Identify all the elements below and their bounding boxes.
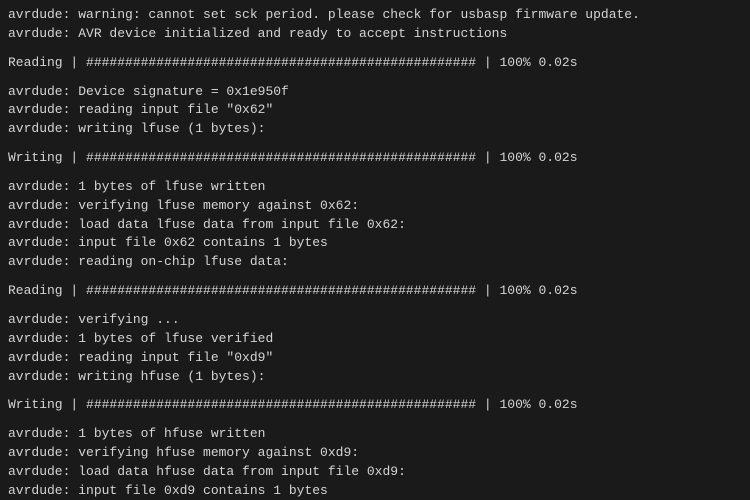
terminal-line: avrdude: writing lfuse (1 bytes): [8, 120, 742, 139]
empty-line [8, 415, 742, 425]
terminal-line: avrdude: reading input file "0x62" [8, 101, 742, 120]
progress-line: Writing | ##############################… [8, 396, 742, 415]
terminal-line: avrdude: load data hfuse data from input… [8, 463, 742, 482]
progress-line: Reading | ##############################… [8, 54, 742, 73]
terminal-line: avrdude: AVR device initialized and read… [8, 25, 742, 44]
terminal-line: avrdude: reading on-chip lfuse data: [8, 253, 742, 272]
terminal-window: avrdude: warning: cannot set sck period.… [0, 0, 750, 500]
empty-line [8, 139, 742, 149]
empty-line [8, 44, 742, 54]
terminal-line: avrdude: 1 bytes of hfuse written [8, 425, 742, 444]
terminal-line: avrdude: verifying lfuse memory against … [8, 197, 742, 216]
terminal-line: avrdude: reading input file "0xd9" [8, 349, 742, 368]
empty-line [8, 301, 742, 311]
terminal-line: avrdude: input file 0x62 contains 1 byte… [8, 234, 742, 253]
terminal-line: avrdude: verifying hfuse memory against … [8, 444, 742, 463]
terminal-line: avrdude: writing hfuse (1 bytes): [8, 368, 742, 387]
terminal-line: avrdude: 1 bytes of lfuse written [8, 178, 742, 197]
terminal-line: avrdude: input file 0xd9 contains 1 byte… [8, 482, 742, 500]
terminal-line: avrdude: 1 bytes of lfuse verified [8, 330, 742, 349]
terminal-line: avrdude: warning: cannot set sck period.… [8, 6, 742, 25]
empty-line [8, 168, 742, 178]
empty-line [8, 386, 742, 396]
terminal-line: avrdude: Device signature = 0x1e950f [8, 83, 742, 102]
progress-line: Writing | ##############################… [8, 149, 742, 168]
terminal-line: avrdude: load data lfuse data from input… [8, 216, 742, 235]
empty-line [8, 272, 742, 282]
progress-line: Reading | ##############################… [8, 282, 742, 301]
terminal-line: avrdude: verifying ... [8, 311, 742, 330]
empty-line [8, 73, 742, 83]
